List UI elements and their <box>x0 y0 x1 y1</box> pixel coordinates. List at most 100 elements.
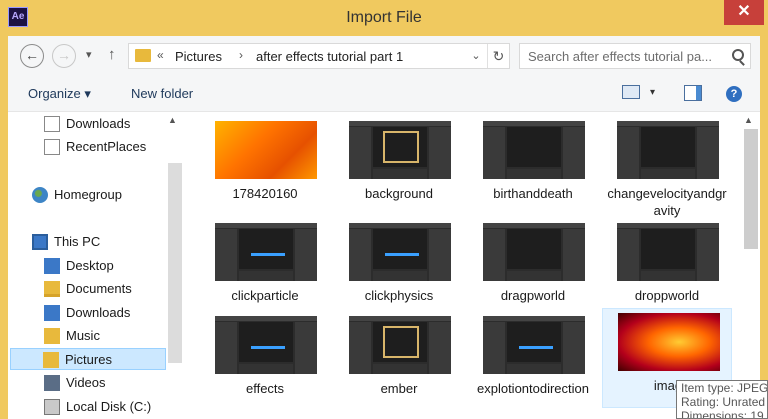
new-folder-button[interactable]: New folder <box>131 86 193 101</box>
video-thumbnail <box>617 223 719 281</box>
sidebar-item-pictures[interactable]: Pictures <box>10 348 166 370</box>
sidebar-item-label: Downloads <box>66 305 131 320</box>
sidebar-item-recentplaces[interactable]: RecentPlaces <box>44 136 164 158</box>
sidebar-item-music[interactable]: Music <box>44 325 164 347</box>
address-bar[interactable]: « Pictures › after effects tutorial part… <box>128 43 510 69</box>
video-thumbnail <box>483 316 585 374</box>
file-list-scroll-up-button[interactable]: ▲ <box>744 115 753 125</box>
breadcrumb-separator[interactable]: › <box>239 48 243 62</box>
title-bar: Ae Import File ✕ <box>0 0 768 36</box>
file-name: explotiontodirection <box>476 381 590 396</box>
file-list-scrollbar[interactable] <box>744 129 758 249</box>
search-box[interactable]: Search after effects tutorial pa... <box>519 43 751 69</box>
navigation-bar: ← → ▾ ↑ « Pictures › after effects tutor… <box>8 36 760 76</box>
video-thumbnail <box>215 316 317 374</box>
file-name: changevelocityandgravity <box>607 186 727 218</box>
sidebar-item-label: Downloads <box>66 116 131 131</box>
sidebar-item-label: RecentPlaces <box>66 139 147 154</box>
sidebar-item-homegroup[interactable]: Homegroup <box>32 184 162 206</box>
pictures-folder-icon <box>43 352 59 368</box>
file-name: birthanddeath <box>493 186 573 201</box>
sidebar-item-label: Documents <box>66 281 132 296</box>
help-icon[interactable]: ? <box>726 86 742 102</box>
file-item[interactable]: ember <box>334 312 464 412</box>
videos-folder-icon <box>44 375 60 391</box>
file-item[interactable]: droppworld <box>602 219 732 319</box>
command-bar: Organize ▾ New folder ▾ ? <box>8 76 760 112</box>
sidebar-item-label: Homegroup <box>54 187 122 202</box>
breadcrumb-overflow[interactable]: « <box>157 48 164 62</box>
search-icon[interactable] <box>732 49 744 61</box>
image-thumbnail <box>215 121 317 179</box>
file-item[interactable]: birthanddeath <box>468 117 598 217</box>
window-title: Import File <box>346 9 422 26</box>
video-thumbnail <box>617 121 719 179</box>
address-dropdown[interactable]: ⌄ <box>465 44 487 68</box>
preview-pane-icon[interactable] <box>684 85 702 101</box>
file-item[interactable]: explotiontodirection <box>468 312 598 412</box>
forward-button[interactable]: → <box>52 44 76 68</box>
file-item[interactable]: dragpworld <box>468 219 598 319</box>
sidebar-item-label: Local Disk (C:) <box>66 399 152 414</box>
document-icon <box>44 116 60 132</box>
video-thumbnail <box>349 316 451 374</box>
downloads-folder-icon <box>44 305 60 321</box>
sidebar-item-label: Music <box>66 328 100 343</box>
sidebar-item-this-pc[interactable]: This PC <box>32 231 162 253</box>
dialog-body: ← → ▾ ↑ « Pictures › after effects tutor… <box>8 36 760 419</box>
sidebar-item-label: Videos <box>66 375 106 390</box>
file-name: droppworld <box>634 288 700 303</box>
video-thumbnail <box>349 223 451 281</box>
sidebar-item-downloads[interactable]: Downloads <box>44 302 164 324</box>
file-name: 178420160 <box>232 186 298 201</box>
file-item[interactable]: 178420160 <box>200 117 330 217</box>
folder-icon <box>135 49 151 62</box>
breadcrumb-current-folder[interactable]: after effects tutorial part 1 <box>256 49 403 64</box>
sidebar-item-label: This PC <box>54 234 101 249</box>
file-item[interactable]: effects <box>200 312 330 412</box>
sidebar-item-label: Pictures <box>65 352 112 367</box>
drive-icon <box>44 399 60 415</box>
file-name: dragpworld <box>500 288 566 303</box>
image-thumbnail <box>618 313 720 371</box>
organize-button[interactable]: Organize ▾ <box>28 86 91 102</box>
video-thumbnail <box>483 121 585 179</box>
computer-icon <box>32 234 48 250</box>
document-icon <box>44 139 60 155</box>
sidebar-item-downloads-recent[interactable]: Downloads <box>44 113 164 135</box>
navigation-pane: Downloads RecentPlaces Homegroup This PC… <box>8 113 184 419</box>
sidebar-scroll-up-button[interactable]: ▲ <box>168 115 177 125</box>
change-view-icon[interactable] <box>622 85 640 99</box>
tooltip-rating: Rating: Unrated <box>681 395 766 409</box>
file-info-tooltip: Item type: JPEG Rating: Unrated Dimensio… <box>676 380 768 419</box>
recent-locations-dropdown[interactable]: ▾ <box>86 48 92 61</box>
sidebar-item-desktop[interactable]: Desktop <box>44 255 164 277</box>
back-button[interactable]: ← <box>20 44 44 68</box>
tooltip-dimensions: Dimensions: 19 <box>681 409 764 419</box>
file-name: clickphysics <box>364 288 434 303</box>
video-thumbnail <box>349 121 451 179</box>
documents-folder-icon <box>44 281 60 297</box>
sidebar-scrollbar[interactable] <box>168 163 182 363</box>
music-folder-icon <box>44 328 60 344</box>
file-item[interactable]: clickparticle <box>200 219 330 319</box>
breadcrumb-pictures[interactable]: Pictures <box>175 49 222 64</box>
close-button[interactable]: ✕ <box>724 0 764 25</box>
file-item[interactable]: changevelocityandgravity <box>602 117 732 218</box>
file-item[interactable]: background <box>334 117 464 217</box>
tooltip-item-type: Item type: JPEG <box>681 381 768 395</box>
search-placeholder: Search after effects tutorial pa... <box>528 49 713 64</box>
sidebar-item-label: Desktop <box>66 258 114 273</box>
view-options-dropdown[interactable]: ▾ <box>650 87 655 98</box>
file-item[interactable]: clickphysics <box>334 219 464 319</box>
file-name: ember <box>380 381 418 396</box>
file-name: effects <box>245 381 285 396</box>
desktop-folder-icon <box>44 258 60 274</box>
sidebar-item-documents[interactable]: Documents <box>44 278 164 300</box>
up-button[interactable]: ↑ <box>108 46 116 63</box>
sidebar-item-videos[interactable]: Videos <box>44 372 164 394</box>
video-thumbnail <box>483 223 585 281</box>
sidebar-item-local-disk[interactable]: Local Disk (C:) <box>44 396 164 418</box>
homegroup-icon <box>32 187 48 203</box>
refresh-button[interactable]: ↻ <box>487 44 509 68</box>
